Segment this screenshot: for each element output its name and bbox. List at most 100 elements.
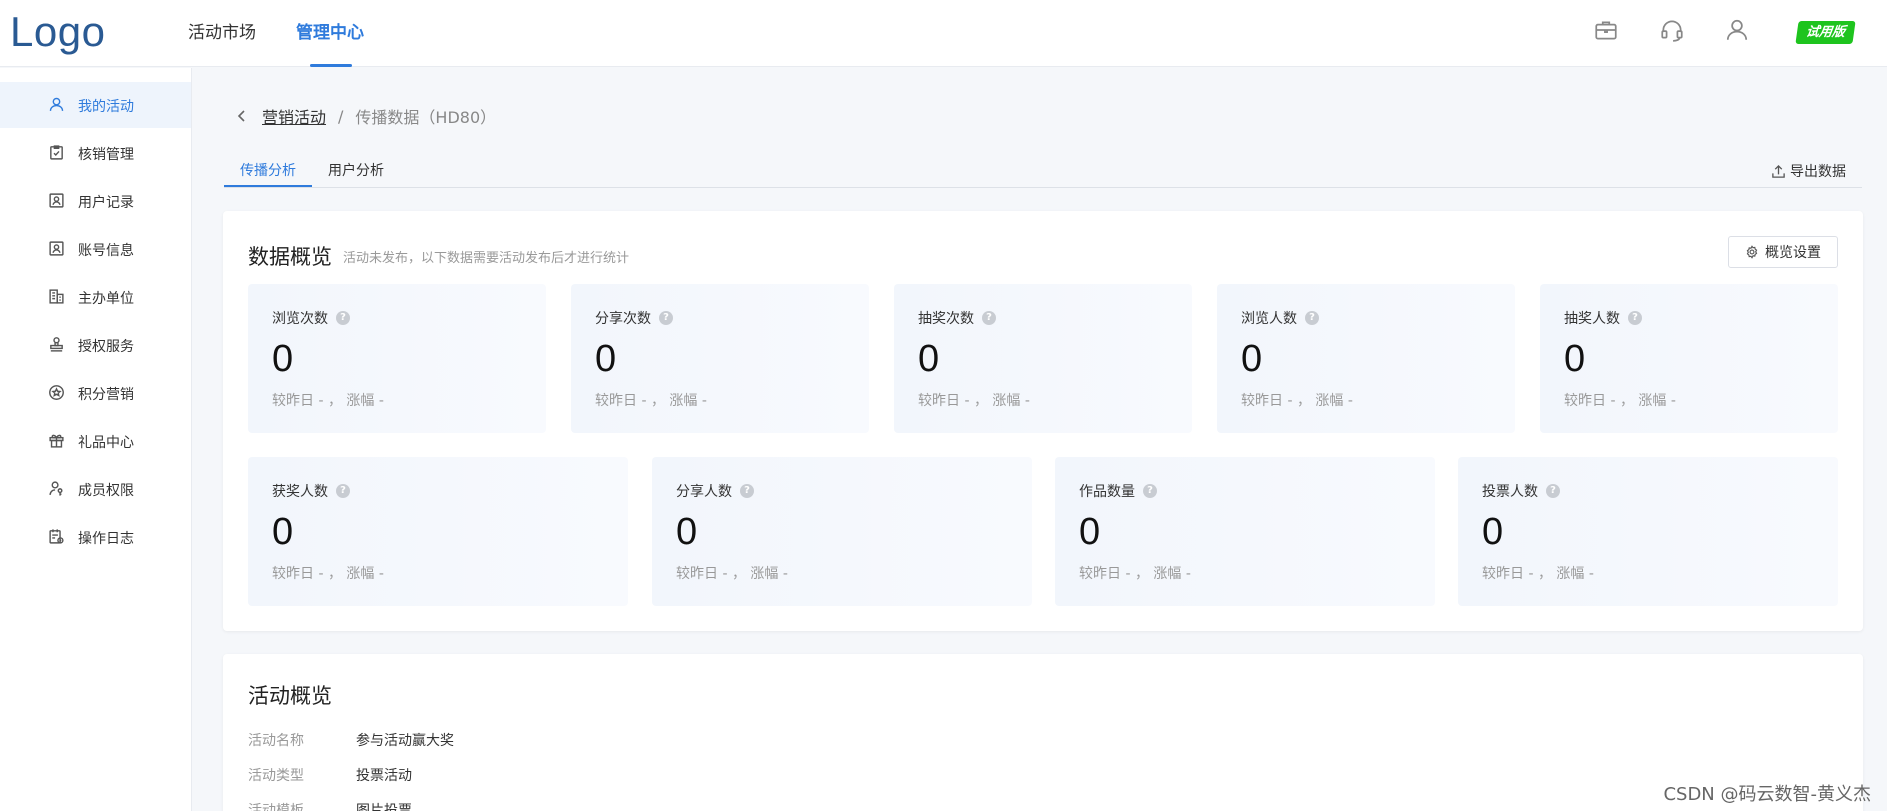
sidebar-item-verification[interactable]: 核销管理 [0,130,191,176]
breadcrumb: 营销活动 / 传播数据（HD80） [236,105,496,127]
sidebar-item-label: 用户记录 [78,195,134,211]
stat-card-shares: 分享次数? 0 较昨日 - ， 涨幅 - [571,284,869,433]
stat-value: 0 [595,338,617,380]
sidebar-item-label: 成员权限 [78,483,134,499]
question-icon[interactable]: ? [659,311,673,325]
activity-row-type: 活动类型 投票活动 [248,765,412,785]
stat-label-text: 投票人数 [1482,484,1538,500]
stat-label: 作品数量? [1079,481,1157,501]
active-tab-indicator [224,185,312,187]
stat-label: 浏览人数? [1241,308,1319,328]
stat-label-text: 抽奖次数 [918,311,974,327]
sidebar-item-label: 礼品中心 [78,435,134,451]
sidebar-item-label: 授权服务 [78,339,134,355]
stat-label: 分享次数? [595,308,673,328]
stat-value: 0 [676,511,698,553]
chevron-left-icon[interactable] [236,109,248,123]
user-key-icon [48,480,65,497]
stat-value: 0 [918,338,940,380]
stat-label: 分享人数? [676,481,754,501]
activity-overview-card: 活动概览 活动名称 参与活动赢大奖 活动类型 投票活动 活动模板 图片投票 [223,654,1863,811]
overview-title: 数据概览 [248,245,332,269]
stat-compare: 较昨日 - ， 涨幅 - [918,393,1030,409]
stat-label: 抽奖次数? [918,308,996,328]
activity-value: 投票活动 [356,768,412,784]
sidebar-item-my-activities[interactable]: 我的活动 [0,82,191,128]
overview-settings-button[interactable]: 概览设置 [1728,236,1838,268]
clipboard-check-icon [48,144,65,161]
question-icon[interactable]: ? [1628,311,1642,325]
sidebar-item-operation-log[interactable]: 操作日志 [0,514,191,560]
sidebar-item-gift-center[interactable]: 礼品中心 [0,418,191,464]
stat-label: 浏览次数? [272,308,350,328]
stat-value: 0 [1079,511,1101,553]
nav-activity-market[interactable]: 活动市场 [188,0,256,67]
breadcrumb-current: 传播数据（HD80） [355,108,497,127]
sidebar-item-label: 主办单位 [78,291,134,307]
question-icon[interactable]: ? [1305,311,1319,325]
gear-icon [1746,245,1758,259]
stat-value: 0 [1564,338,1586,380]
watermark: CSDN @码云数智-黄义杰 [1663,784,1871,805]
sidebar-item-authorization[interactable]: 授权服务 [0,322,191,368]
stat-label-text: 抽奖人数 [1564,311,1620,327]
stat-label-text: 分享次数 [595,311,651,327]
top-nav: 活动市场 管理中心 [188,0,404,67]
stat-card-draws: 抽奖次数? 0 较昨日 - ， 涨幅 - [894,284,1192,433]
breadcrumb-parent-link[interactable]: 营销活动 [262,104,326,128]
user-icon[interactable] [1724,17,1750,43]
tab-spread-analysis[interactable]: 传播分析 [240,160,296,188]
tab-user-analysis[interactable]: 用户分析 [328,160,384,188]
activity-row-template: 活动模板 图片投票 [248,800,412,811]
question-icon[interactable]: ? [740,484,754,498]
stat-compare: 较昨日 - ， 涨幅 - [1241,393,1353,409]
sidebar-item-points-marketing[interactable]: 积分营销 [0,370,191,416]
breadcrumb-separator: / [338,106,344,126]
nav-management-center[interactable]: 管理中心 [296,0,364,67]
sidebar-item-organizer[interactable]: 主办单位 [0,274,191,320]
stat-label: 投票人数? [1482,481,1560,501]
trial-badge[interactable]: 试用版 [1795,21,1856,44]
question-icon[interactable]: ? [336,484,350,498]
question-icon[interactable]: ? [1143,484,1157,498]
gift-icon [48,432,65,449]
stat-card-views: 浏览次数? 0 较昨日 - ， 涨幅 - [248,284,546,433]
activity-value: 参与活动赢大奖 [356,733,454,749]
export-data-label: 导出数据 [1790,164,1846,180]
stat-label-text: 浏览次数 [272,311,328,327]
sidebar-item-account-info[interactable]: 账号信息 [0,226,191,272]
sidebar: 我的活动 核销管理 用户记录 账号信息 主办单位 授权服务 积分营销 礼品中心 … [0,68,192,811]
building-icon [48,288,65,305]
tab-bar: 传播分析 用户分析 导出数据 [224,158,1862,188]
overview-settings-label: 概览设置 [1765,245,1821,261]
sidebar-item-user-records[interactable]: 用户记录 [0,178,191,224]
stat-card-winners: 获奖人数? 0 较昨日 - ， 涨幅 - [248,457,628,606]
stamp-icon [48,336,65,353]
briefcase-icon[interactable] [1593,17,1619,43]
stat-label: 获奖人数? [272,481,350,501]
calendar-log-icon [48,528,65,545]
stat-value: 0 [272,338,294,380]
question-icon[interactable]: ? [1546,484,1560,498]
stat-label-text: 分享人数 [676,484,732,500]
stat-label-text: 获奖人数 [272,484,328,500]
activity-overview-title: 活动概览 [248,684,332,708]
stat-label-text: 作品数量 [1079,484,1135,500]
id-badge-icon [48,192,65,209]
activity-row-name: 活动名称 参与活动赢大奖 [248,730,454,750]
activity-key: 活动名称 [248,733,304,749]
star-circle-icon [48,384,65,401]
sidebar-item-member-permissions[interactable]: 成员权限 [0,466,191,512]
export-data-button[interactable]: 导出数据 [1771,161,1846,181]
question-icon[interactable]: ? [336,311,350,325]
sidebar-item-label: 核销管理 [78,147,134,163]
stat-value: 0 [272,511,294,553]
headset-icon[interactable] [1659,17,1685,43]
activity-key: 活动类型 [248,768,304,784]
stat-compare: 较昨日 - ， 涨幅 - [595,393,707,409]
stat-compare: 较昨日 - ， 涨幅 - [1482,566,1594,582]
logo[interactable]: Logo [10,8,105,56]
stat-value: 0 [1241,338,1263,380]
question-icon[interactable]: ? [982,311,996,325]
stat-compare: 较昨日 - ， 涨幅 - [676,566,788,582]
